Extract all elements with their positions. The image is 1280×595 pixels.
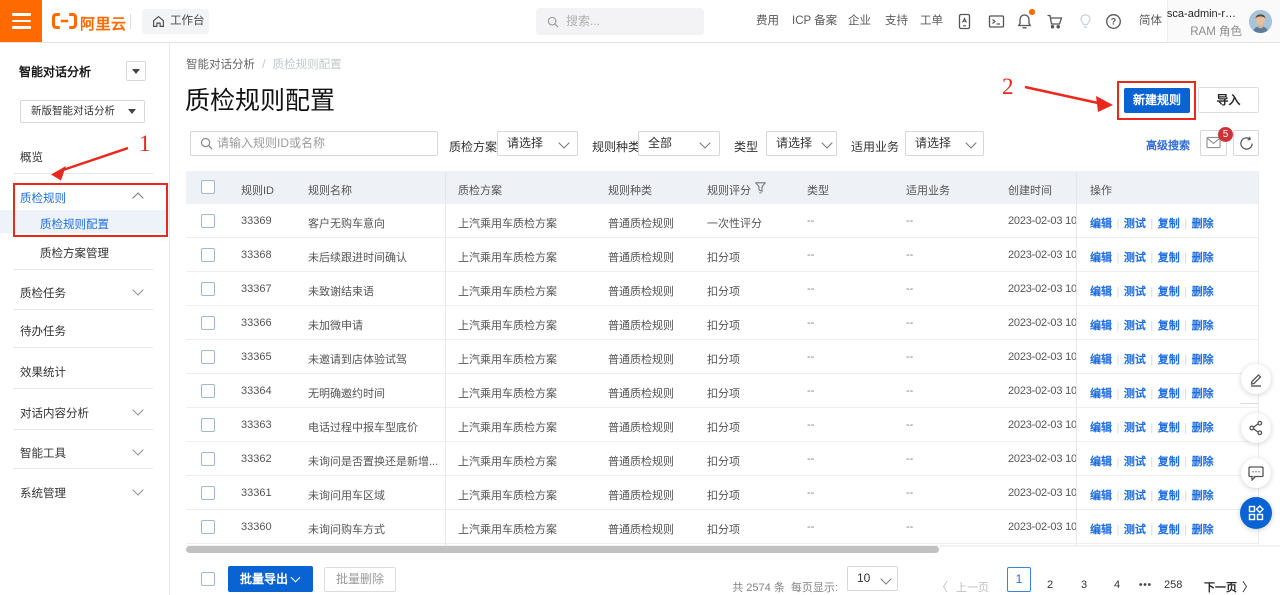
svg-text:?: ? — [1111, 17, 1117, 27]
